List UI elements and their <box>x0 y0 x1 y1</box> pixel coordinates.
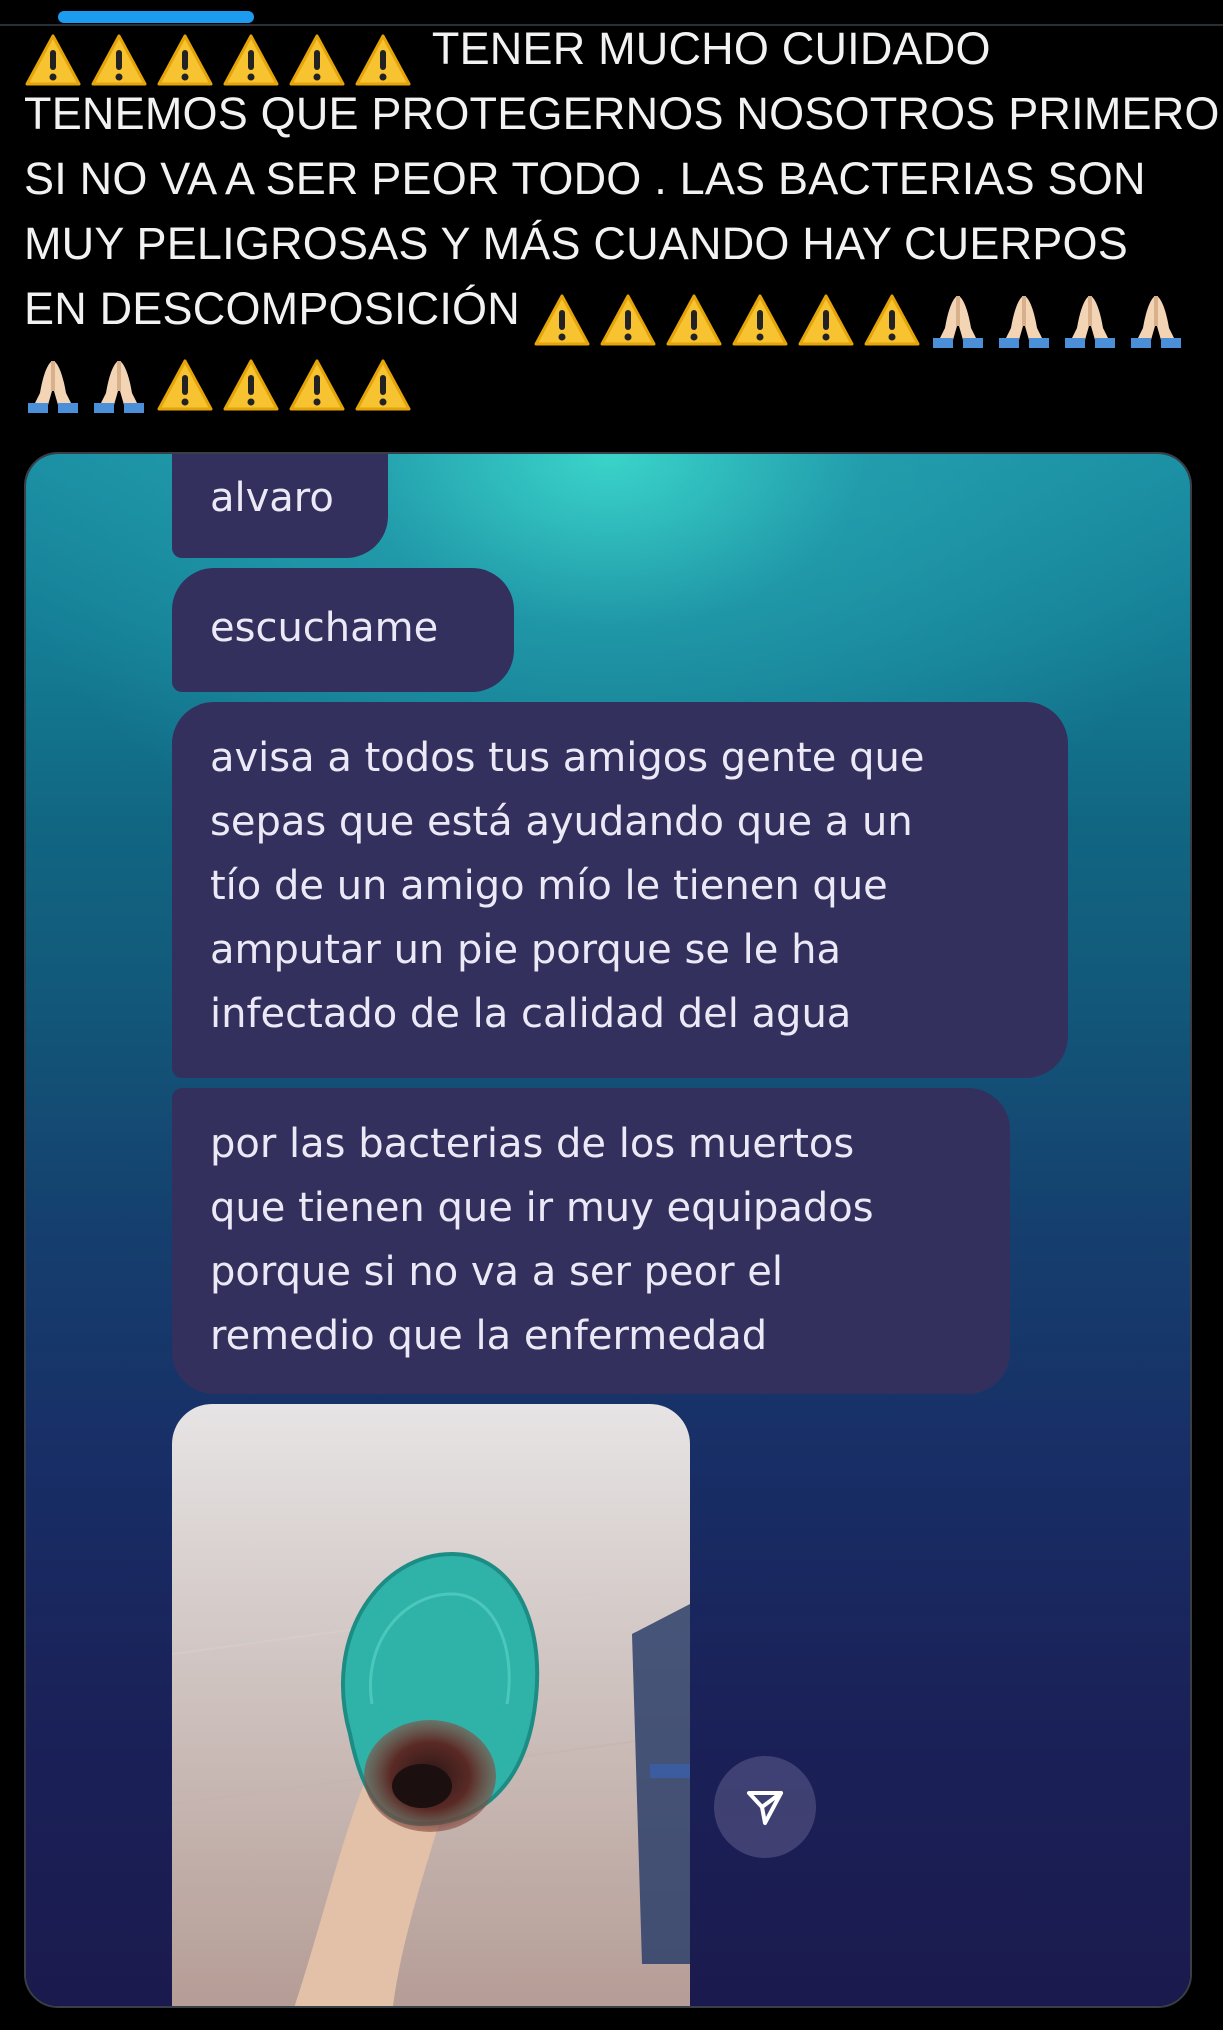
chat-message-line: avisa a todos tus amigos gente que <box>210 735 925 781</box>
injured-foot-photo[interactable] <box>172 1404 690 2006</box>
prayer-emoji-run <box>24 349 156 415</box>
post-line-4: MUY PELIGROSAS Y MÁS CUANDO HAY CUERPOS <box>24 211 1209 276</box>
chat-message-line: por las bacterias de los muertos <box>210 1121 855 1167</box>
chat-message-line: amputar un pie porque se le ha <box>210 927 841 973</box>
warning-emoji <box>534 294 590 346</box>
chat-message-2: escuchame <box>172 568 514 692</box>
warning-emoji <box>600 294 656 346</box>
prayer-emoji-run <box>929 284 1193 350</box>
post-line-text: MUY PELIGROSAS Y MÁS CUANDO HAY CUERPOS <box>24 218 1128 269</box>
warning-emoji <box>798 294 854 346</box>
post-line-1: TENER MUCHO CUIDADO <box>24 16 1209 86</box>
warning-emoji <box>355 359 411 411</box>
post-line-2: TENEMOS QUE PROTEGERNOS NOSOTROS PRIMERO <box>24 81 1219 146</box>
post-line-5: EN DESCOMPOSICIÓN <box>24 276 1209 349</box>
warning-emoji <box>355 34 411 86</box>
warning-emoji <box>289 359 345 411</box>
warning-emoji <box>25 34 81 86</box>
post-line-6 <box>24 341 1209 414</box>
warning-emoji <box>157 34 213 86</box>
post-line-text: SI NO VA A SER PEOR TODO . LAS BACTERIAS… <box>24 153 1146 204</box>
post-text: TENER MUCHO CUIDADO TENEMOS QUE PROTEGER… <box>24 16 1219 414</box>
warning-emoji <box>864 294 920 346</box>
folded-hands-emoji <box>998 296 1049 349</box>
chat-message-line: sepas que está ayudando que a un <box>210 799 913 845</box>
folded-hands-emoji <box>94 361 144 414</box>
warning-emoji <box>157 359 213 411</box>
warning-emoji <box>666 294 722 346</box>
send-icon <box>747 1791 783 1825</box>
attached-screenshot[interactable]: alvaro escuchame avisa a todos tus amigo… <box>24 452 1192 2008</box>
chat-message-line: remedio que la enfermedad <box>210 1313 768 1359</box>
photo-image <box>172 1404 690 2006</box>
warning-emoji <box>732 294 788 346</box>
chat-message-line: tío de un amigo mío le tienen que <box>210 863 888 909</box>
warning-emoji <box>223 34 279 86</box>
folded-hands-emoji <box>1130 296 1181 349</box>
warning-emoji <box>223 359 279 411</box>
chat-message-line: escuchame <box>210 605 439 651</box>
folded-hands-emoji <box>1064 296 1115 349</box>
warning-emoji <box>91 34 147 86</box>
chat-message-3: avisa a todos tus amigos gente que sepas … <box>172 702 1068 1078</box>
send-button[interactable] <box>714 1756 816 1858</box>
chat-message-1: alvaro <box>172 454 388 558</box>
post-line-text: TENEMOS QUE PROTEGERNOS NOSOTROS PRIMERO <box>24 88 1220 139</box>
warning-emoji <box>289 34 345 86</box>
post-line-text: EN DESCOMPOSICIÓN <box>24 283 520 334</box>
chat-message-4: por las bacterias de los muertos que tien… <box>172 1088 1010 1394</box>
warning-emoji-run <box>156 349 420 414</box>
folded-hands-emoji <box>932 296 983 349</box>
warning-emoji-run <box>533 284 929 349</box>
folded-hands-emoji <box>28 361 78 414</box>
chat-message-line: alvaro <box>210 475 334 521</box>
chat-message-line: que tienen que ir muy equipados <box>210 1185 874 1231</box>
post-line-3: SI NO VA A SER PEOR TODO . LAS BACTERIAS… <box>24 146 1209 211</box>
chat-message-line: porque si no va a ser peor el <box>210 1249 783 1295</box>
screen: TENER MUCHO CUIDADO TENEMOS QUE PROTEGER… <box>0 0 1223 2030</box>
post-line-text: TENER MUCHO CUIDADO <box>431 23 991 74</box>
chat-message-line: infectado de la calidad del agua <box>210 991 852 1037</box>
warning-emoji-run <box>24 24 420 89</box>
